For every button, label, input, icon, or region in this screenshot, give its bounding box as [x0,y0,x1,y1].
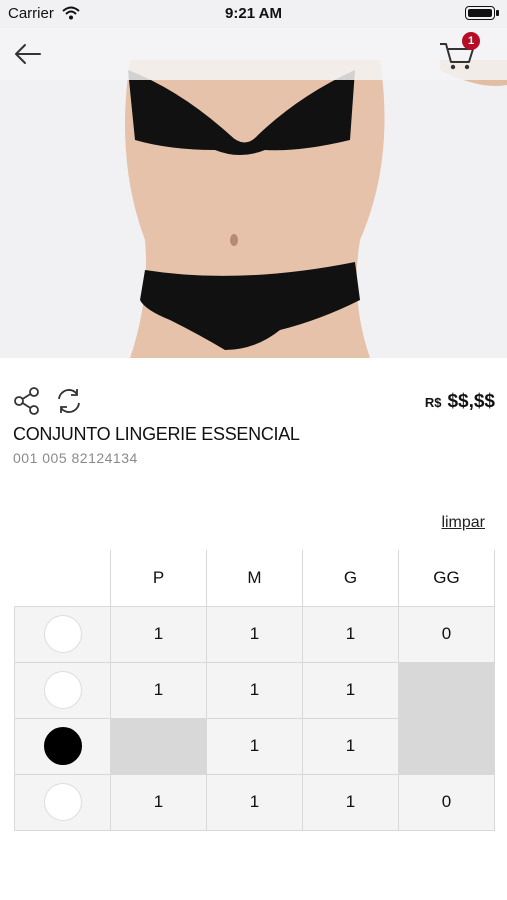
nav-bar [0,28,507,80]
grid-row-1: 1 1 1 0 [14,605,495,663]
white-color-swatch[interactable] [43,615,82,653]
color-swatch-cell [14,773,111,831]
refresh-icon[interactable] [54,386,84,416]
product-title: CONJUNTO LINGERIE ESSENCIAL [13,424,300,444]
qty-cell[interactable]: 1 [206,605,303,663]
cart-count-badge: 1 [462,32,480,50]
qty-cell[interactable]: 0 [398,605,495,663]
unavailable-cell [398,717,495,775]
white-color-swatch[interactable] [43,783,82,821]
qty-cell[interactable]: 1 [206,661,303,719]
back-arrow-icon[interactable] [12,40,44,68]
qty-cell[interactable]: 1 [110,605,207,663]
battery-icon [465,6,499,20]
clear-selection-link[interactable]: limpar [441,514,485,532]
size-header-row: P M G GG [14,550,495,607]
color-swatch-cell [14,605,111,663]
grid-row-3: 1 1 [14,717,495,775]
unavailable-cell [110,717,207,775]
size-header-g: G [302,550,399,607]
qty-cell[interactable]: 1 [110,661,207,719]
product-sku: 001 005 82124134 [13,450,138,466]
unavailable-cell [398,661,495,719]
qty-cell[interactable]: 1 [302,605,399,663]
black-color-swatch[interactable] [43,727,82,765]
share-icon[interactable] [12,386,42,416]
price-value: $$,$$ [447,391,495,412]
qty-cell[interactable]: 1 [302,717,399,775]
size-header-p: P [110,550,207,607]
status-time: 9:21 AM [225,5,282,22]
qty-cell[interactable]: 0 [398,773,495,831]
size-header-gg: GG [398,550,495,607]
color-swatch-cell [14,717,111,775]
currency-symbol: R$ [424,395,442,410]
color-swatch-cell [14,661,111,719]
white-color-swatch[interactable] [43,671,82,709]
size-color-grid: P M G GG 1 1 1 0 1 1 1 1 1 1 1 1 0 [14,550,495,831]
product-price: R$ $$,$$ [425,391,495,413]
qty-cell[interactable]: 1 [206,773,303,831]
status-bar: Carrier 9:21 AM [0,0,507,28]
grid-corner [14,550,111,607]
grid-row-4: 1 1 1 0 [14,773,495,831]
qty-cell[interactable]: 1 [302,661,399,719]
qty-cell[interactable]: 1 [302,773,399,831]
qty-cell[interactable]: 1 [110,773,207,831]
qty-cell[interactable]: 1 [206,717,303,775]
grid-row-2: 1 1 1 [14,661,495,719]
size-header-m: M [206,550,303,607]
